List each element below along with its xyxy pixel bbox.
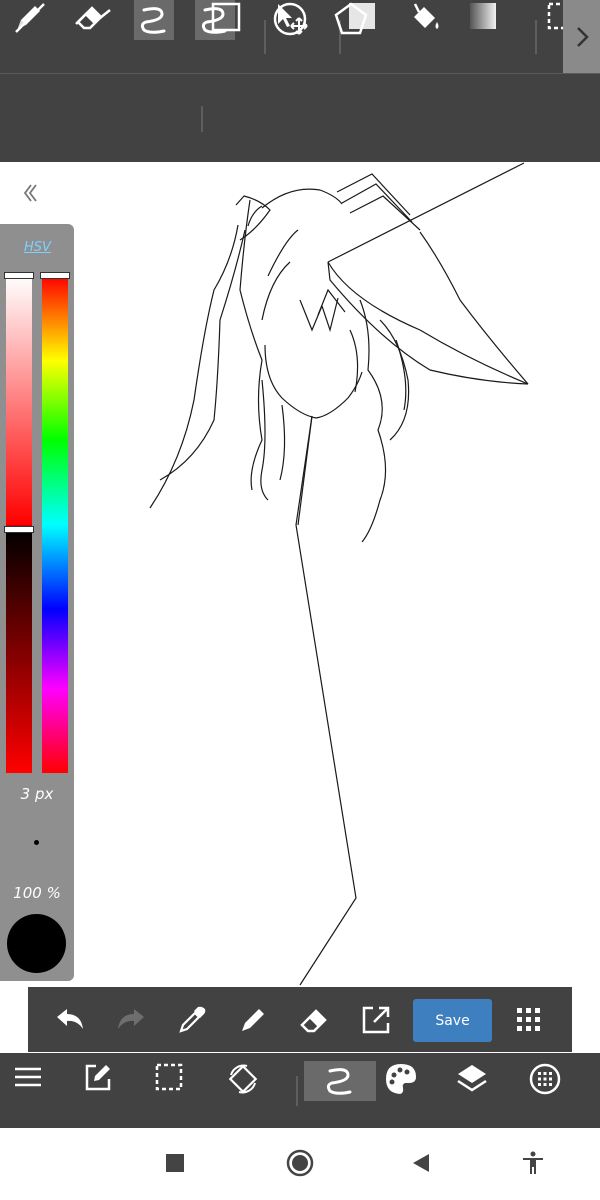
rectangle-icon	[211, 2, 241, 32]
polygon-icon	[334, 2, 368, 35]
back-triangle-icon	[413, 1154, 429, 1172]
square-icon	[166, 1154, 184, 1172]
accessibility-icon	[523, 1151, 543, 1174]
home-circle-icon	[286, 1149, 314, 1177]
hue-slider[interactable]	[42, 276, 68, 773]
redo-icon	[118, 1008, 144, 1029]
brush-size-label[interactable]: 3 px	[0, 785, 74, 803]
pen-icon	[242, 1008, 264, 1031]
undo-button[interactable]	[40, 987, 100, 1052]
settings-circle-icon	[529, 1063, 561, 1095]
undo-icon	[57, 1008, 83, 1029]
curve-icon	[140, 7, 166, 34]
polygon-shape-button[interactable]	[332, 0, 370, 38]
edit-button[interactable]	[82, 1061, 114, 1093]
paint-bucket-icon	[413, 3, 439, 29]
line-icon	[15, 3, 45, 33]
quick-pen-button[interactable]	[223, 987, 283, 1052]
line-shape-button[interactable]	[12, 0, 48, 36]
drawing-canvas[interactable]	[0, 162, 600, 1128]
color-mode-toggle[interactable]: HSV	[24, 240, 51, 255]
back-button[interactable]	[396, 1138, 446, 1188]
recents-button[interactable]	[150, 1138, 200, 1188]
toolbar-divider	[296, 1076, 298, 1106]
quick-eraser-button[interactable]	[284, 987, 344, 1052]
system-navigation-bar	[0, 1128, 600, 1200]
double-chevron-left-icon	[23, 184, 37, 202]
export-icon	[362, 1006, 390, 1033]
save-button[interactable]: Save	[413, 999, 492, 1042]
rotate-canvas-button[interactable]	[225, 1061, 261, 1097]
edit-icon	[85, 1064, 111, 1091]
brush-settings-button[interactable]	[304, 1061, 376, 1101]
gradient-tool-button[interactable]	[467, 0, 499, 32]
collapse-panel-button[interactable]	[16, 178, 46, 208]
rectangle-shape-button[interactable]	[209, 0, 243, 34]
opacity-label[interactable]: 100 %	[0, 884, 74, 902]
curve-brush-icon	[326, 1068, 352, 1095]
selection-menu-button[interactable]	[153, 1061, 185, 1093]
layers-button[interactable]	[454, 1061, 490, 1097]
toolbar-expand-button[interactable]	[563, 0, 600, 73]
canvas-settings-button[interactable]	[527, 1061, 563, 1097]
chevron-right-icon	[576, 26, 589, 47]
eyedropper-icon	[179, 1006, 206, 1033]
ellipse-shape-button[interactable]	[271, 0, 309, 38]
eraser-icon	[300, 1008, 327, 1032]
toolbar-divider	[264, 20, 266, 54]
layers-icon	[457, 1065, 487, 1092]
home-button[interactable]	[275, 1138, 325, 1188]
gradient-icon	[470, 3, 496, 29]
eyedropper-button[interactable]	[162, 987, 222, 1052]
paint-bucket-tool-button[interactable]	[406, 0, 444, 38]
polyline-icon	[75, 9, 111, 25]
hue-slider-handle[interactable]	[40, 272, 70, 279]
selection-icon	[155, 1063, 183, 1091]
export-button[interactable]	[346, 987, 406, 1052]
line-art-drawing	[149, 162, 529, 986]
grid-icon	[517, 1007, 540, 1031]
palette-button[interactable]	[383, 1061, 419, 1097]
palette-icon	[386, 1064, 416, 1094]
redo-button[interactable]	[101, 987, 161, 1052]
sv-slider-handle[interactable]	[4, 526, 34, 533]
toolbar-divider	[201, 106, 203, 132]
current-color-swatch[interactable]	[7, 914, 66, 973]
brush-size-preview	[34, 840, 39, 845]
sv-slider-handle-top[interactable]	[4, 272, 34, 279]
toolbar-divider	[535, 20, 537, 54]
menu-button[interactable]	[12, 1061, 44, 1093]
grid-menu-button[interactable]	[499, 987, 559, 1052]
curve-shape-button[interactable]	[134, 0, 174, 40]
saturation-value-slider[interactable]	[6, 276, 32, 773]
shape-toolbar	[0, 74, 600, 162]
menu-icon	[15, 1067, 41, 1087]
ellipse-icon	[273, 2, 307, 36]
polyline-shape-button[interactable]	[73, 0, 113, 36]
accessibility-button[interactable]	[508, 1138, 558, 1188]
rotate-canvas-icon	[228, 1064, 258, 1094]
